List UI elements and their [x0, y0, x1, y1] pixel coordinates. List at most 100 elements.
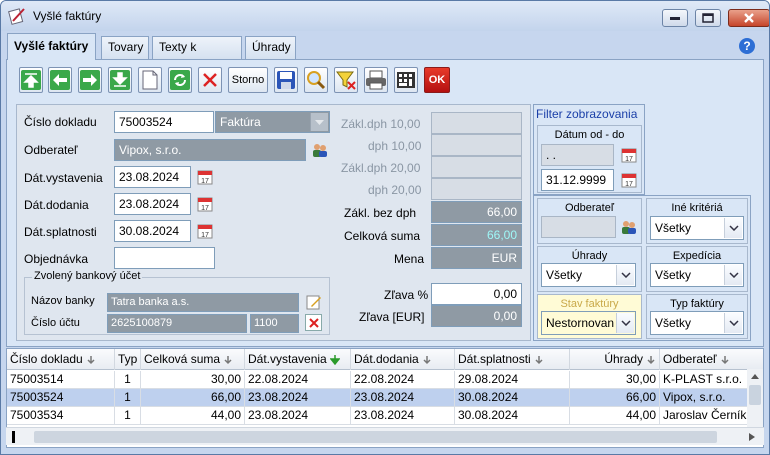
filter-button[interactable]: [334, 67, 358, 93]
table-row[interactable]: 75003534 1 44,00 23.08.2024 23.08.2024 3…: [7, 407, 763, 425]
storno-button[interactable]: Storno: [228, 67, 268, 93]
stav-faktury-select[interactable]: Nestornovan: [541, 311, 636, 335]
datum-od-input[interactable]: . .: [541, 144, 614, 166]
print-button[interactable]: [364, 67, 388, 93]
scroll-up-icon[interactable]: [747, 369, 763, 383]
col-dat-splatnosti[interactable]: Dát.splatnosti: [455, 349, 570, 370]
next-record-button[interactable]: [78, 67, 102, 93]
odberatel-filter-input[interactable]: [541, 216, 616, 238]
tab-texty-k-fakture[interactable]: Texty k faktúre: [152, 36, 242, 75]
calendar-icon[interactable]: 17: [621, 147, 637, 163]
calendar-icon[interactable]: 17: [197, 196, 213, 212]
celkova-suma-value: 66,00: [431, 224, 522, 246]
dat-splatnosti-input[interactable]: 30.08.2024: [114, 220, 191, 242]
close-button[interactable]: [728, 9, 769, 27]
delete-button[interactable]: [198, 67, 222, 93]
window-title: Vyšlé faktúry: [33, 9, 102, 23]
vertical-scroll-thumb[interactable]: [749, 385, 761, 405]
dat-dodania-label: Dát.dodania: [24, 198, 89, 212]
edit-pencil-icon[interactable]: [306, 294, 322, 310]
col-cislo-dokladu[interactable]: Číslo dokladu: [7, 349, 115, 370]
cell-dat-splatnosti: 30.08.2024: [455, 407, 570, 425]
ine-kriteria-label: Iné kritériá: [671, 202, 723, 214]
col-dat-dodania[interactable]: Dát.dodania: [351, 349, 455, 370]
col-label: Dát.vystavenia: [248, 352, 327, 366]
new-document-button[interactable]: [138, 67, 162, 93]
dph-10-label: dph 10,00: [368, 139, 422, 153]
col-odberatel[interactable]: Odberateľ: [660, 349, 763, 370]
arrow-bottom-icon: [110, 70, 130, 90]
tab-uhrady[interactable]: Úhrady: [245, 36, 296, 59]
first-record-button[interactable]: [19, 67, 43, 93]
dat-vystavenia-input[interactable]: 23.08.2024: [114, 166, 191, 188]
dat-dodania-input[interactable]: 23.08.2024: [114, 193, 191, 215]
tab-vysle-faktury[interactable]: Vyšlé faktúry: [7, 33, 96, 60]
ine-kriteria-select[interactable]: Všetky: [650, 216, 744, 240]
zlava-pct-input[interactable]: 0,00: [431, 283, 522, 305]
objednavka-input[interactable]: [114, 247, 215, 269]
search-button[interactable]: [304, 67, 328, 93]
cislo-uctu-label: Číslo účtu: [31, 317, 80, 329]
calculator-button[interactable]: [394, 67, 418, 93]
datum-label: Dátum od - do: [554, 129, 625, 141]
col-dat-vystavenia[interactable]: Dát.vystavenia: [245, 349, 351, 370]
cell-suma: 30,00: [141, 371, 245, 389]
doc-type-select[interactable]: Faktúra: [215, 111, 330, 133]
horizontal-scroll-thumb[interactable]: [34, 431, 717, 443]
cell-dat-vystavenia: 23.08.2024: [245, 407, 351, 425]
refresh-button[interactable]: [168, 67, 192, 93]
chevron-down-icon: [724, 265, 742, 285]
uhrady-select[interactable]: Všetky: [541, 263, 636, 287]
calendar-icon[interactable]: 17: [197, 223, 213, 239]
last-record-button[interactable]: [108, 67, 132, 93]
nazov-banky-input[interactable]: Tatra banka a.s.: [107, 293, 299, 312]
ok-label: OK: [428, 74, 446, 86]
close-icon: [744, 13, 754, 23]
scroll-left-icon[interactable]: [8, 430, 22, 444]
cell-typ: 1: [115, 389, 141, 407]
save-button[interactable]: [274, 67, 298, 93]
ok-button[interactable]: OK: [424, 67, 450, 93]
scroll-right-icon[interactable]: [745, 430, 759, 444]
table-row[interactable]: 75003514 1 30,00 22.08.2024 22.08.2024 2…: [7, 371, 763, 389]
contacts-lookup-icon[interactable]: [312, 142, 328, 158]
previous-record-button[interactable]: [48, 67, 72, 93]
odberatel-input[interactable]: Vipox, s.r.o.: [114, 139, 306, 161]
cell-dat-dodania: 22.08.2024: [351, 371, 455, 389]
uhrady-value: Všetky: [546, 268, 583, 282]
expedicia-label: Expedícia: [672, 250, 722, 262]
title-bar[interactable]: Vyšlé faktúry: [1, 1, 769, 31]
grid-header: Číslo dokladu Typ Celková suma Dát.vysta…: [7, 349, 763, 370]
typ-faktury-select[interactable]: Všetky: [650, 311, 744, 335]
datum-do-input[interactable]: 31.12.9999: [541, 169, 614, 191]
col-label: Číslo dokladu: [10, 352, 83, 366]
cislo-dokladu-input[interactable]: 75003524: [114, 111, 214, 133]
horizontal-scrollbar[interactable]: [6, 427, 764, 445]
expedicia-select[interactable]: Všetky: [650, 263, 744, 287]
tab-tovary[interactable]: Tovary: [101, 36, 149, 59]
col-celkova-suma[interactable]: Celková suma: [141, 349, 245, 370]
refresh-icon: [170, 70, 190, 90]
contacts-lookup-icon[interactable]: [621, 219, 637, 235]
stav-faktury-value: Nestornovan: [546, 316, 615, 330]
mena-value: EUR: [431, 247, 522, 269]
dph-10-value: [431, 134, 522, 156]
kod-banky-input[interactable]: 1100: [250, 314, 299, 333]
maximize-button[interactable]: [695, 9, 721, 27]
ine-kriteria-value: Všetky: [655, 221, 692, 235]
bank-account-legend: Zvolený bankový účet: [32, 270, 143, 282]
clear-account-button[interactable]: [305, 314, 322, 331]
col-label: Dát.splatnosti: [458, 352, 531, 366]
col-uhrady[interactable]: Úhrady: [570, 349, 660, 370]
minimize-button[interactable]: [662, 9, 688, 27]
cislo-uctu-input[interactable]: 2625100879: [107, 314, 247, 333]
calendar-icon[interactable]: 17: [621, 172, 637, 188]
chevron-down-icon: [310, 113, 328, 131]
calendar-icon[interactable]: 17: [197, 169, 213, 185]
col-typ[interactable]: Typ: [115, 349, 141, 370]
filter-title: Filter zobrazovania: [536, 107, 638, 121]
help-icon[interactable]: ?: [739, 38, 755, 54]
table-row-selected[interactable]: 75003524 1 66,00 23.08.2024 23.08.2024 3…: [7, 389, 763, 407]
doc-type-value: Faktúra: [220, 115, 261, 129]
vertical-scrollbar[interactable]: [747, 369, 763, 427]
